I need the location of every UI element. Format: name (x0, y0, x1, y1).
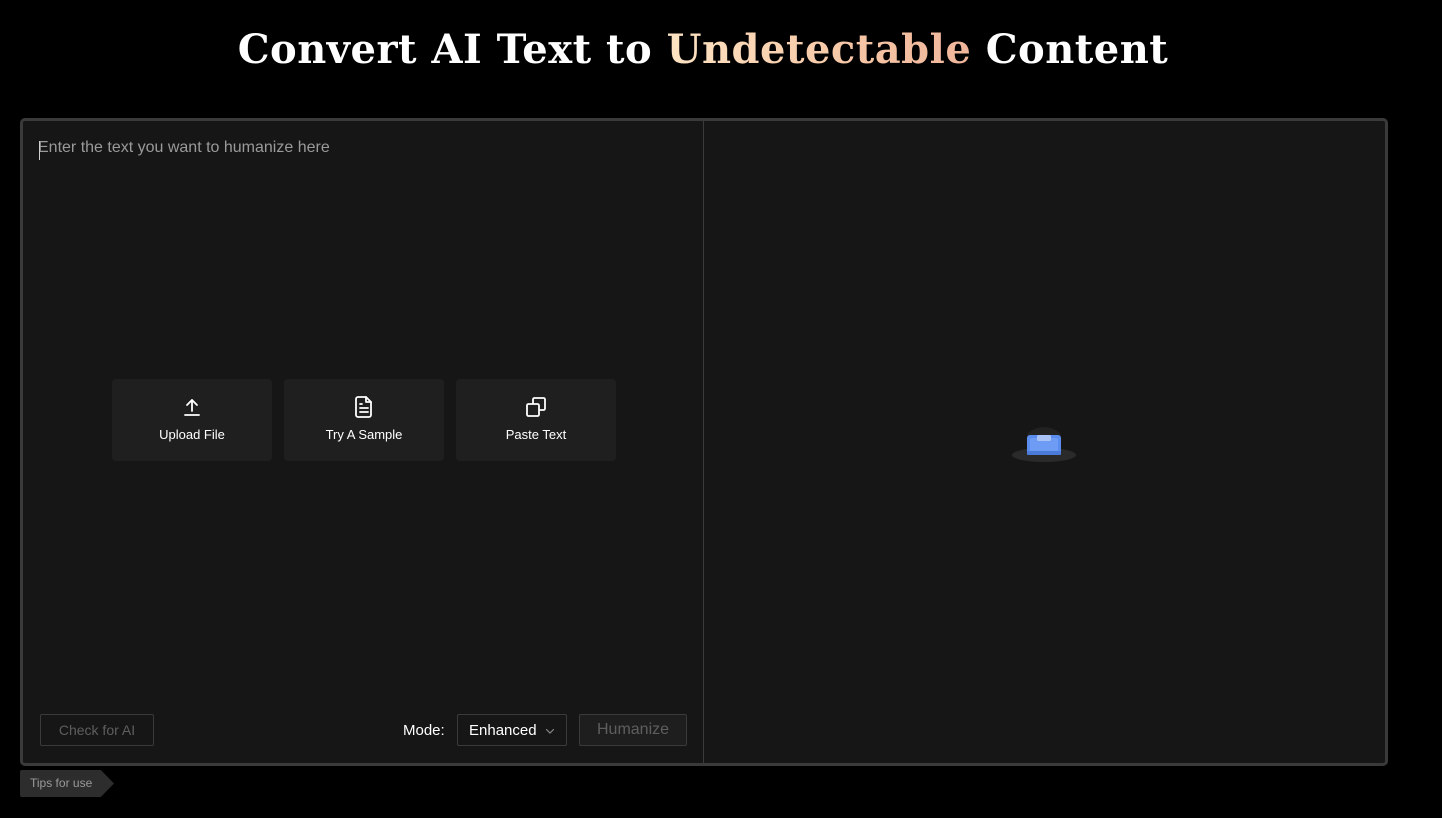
tips-for-use-tag[interactable]: Tips for use (20, 770, 114, 797)
mode-label: Mode: (403, 722, 445, 739)
mode-select[interactable]: Enhanced (457, 714, 567, 746)
title-part-1: Convert AI Text to (237, 26, 653, 73)
check-for-ai-button[interactable]: Check for AI (40, 714, 154, 746)
upload-file-label: Upload File (159, 427, 225, 442)
try-sample-label: Try A Sample (325, 427, 403, 442)
page-title: Convert AI Text to Undetectable Content (0, 26, 1406, 73)
paste-text-label: Paste Text (505, 427, 567, 442)
title-accent: Undetectable (666, 26, 972, 73)
copy-icon (524, 395, 548, 419)
text-caret (39, 141, 40, 160)
document-icon (352, 395, 376, 419)
input-pane: Upload File Try A Sample (23, 121, 704, 763)
upload-file-button[interactable]: Upload File (112, 379, 272, 461)
chevron-down-icon (544, 724, 556, 741)
humanize-button[interactable]: Humanize (579, 714, 687, 746)
title-part-2: Content (985, 26, 1169, 73)
paste-text-button[interactable]: Paste Text (456, 379, 616, 461)
humanizer-panel: Upload File Try A Sample (20, 118, 1388, 766)
upload-icon (180, 395, 204, 419)
quick-actions: Upload File Try A Sample Paste Text (112, 379, 616, 461)
mode-value: Enhanced (469, 721, 537, 739)
output-pane (704, 121, 1385, 763)
empty-inbox-icon (1010, 417, 1078, 470)
try-sample-button[interactable]: Try A Sample (284, 379, 444, 461)
